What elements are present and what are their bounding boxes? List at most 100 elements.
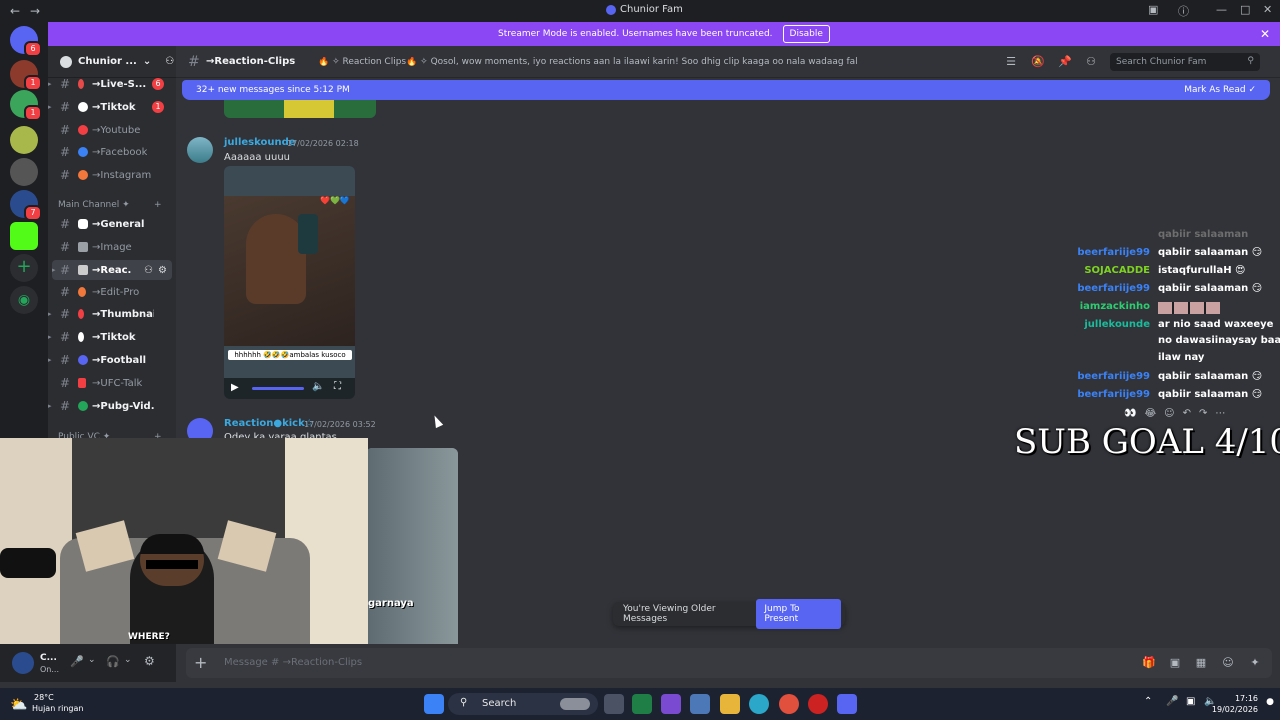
- excel-icon[interactable]: [632, 694, 652, 714]
- channel-item[interactable]: # →Edit-Pro: [48, 282, 176, 302]
- avatar[interactable]: [12, 652, 34, 674]
- channel-item[interactable]: # →UFC-Talk: [48, 373, 176, 393]
- discord-taskbar-icon[interactable]: [837, 694, 857, 714]
- store-icon[interactable]: [690, 694, 710, 714]
- gear-icon[interactable]: ⚙: [158, 265, 167, 276]
- more-icon[interactable]: ⋯: [1215, 408, 1233, 419]
- chevron-down-icon[interactable]: ⌄: [88, 655, 96, 665]
- channel-item[interactable]: ▸ # →Thumbnail: [48, 304, 176, 324]
- obs-icon[interactable]: [808, 694, 828, 714]
- channel-item[interactable]: # →Image: [48, 237, 176, 257]
- minimize-icon[interactable]: —: [1216, 3, 1227, 16]
- chevron-up-icon[interactable]: ⌃: [1144, 696, 1152, 707]
- volume-icon[interactable]: 🔈: [312, 381, 324, 392]
- chrome-icon[interactable]: [779, 694, 799, 714]
- inbox-icon[interactable]: ▣: [1148, 3, 1158, 16]
- message-author[interactable]: julleskounde: [224, 137, 296, 148]
- office-icon[interactable]: [661, 694, 681, 714]
- forward-icon[interactable]: ↷: [1199, 408, 1215, 419]
- network-icon[interactable]: ▣: [1186, 696, 1195, 707]
- gear-icon[interactable]: ⚙: [144, 654, 155, 668]
- server-icon: [606, 4, 616, 15]
- server-avatar[interactable]: [10, 158, 38, 186]
- channel-item[interactable]: # →Youtube: [48, 120, 176, 140]
- message-timestamp: 17/02/2026 02:18: [287, 139, 359, 148]
- channel-item[interactable]: ▸ # →Tiktok 1: [48, 97, 176, 117]
- video-attachment[interactable]: garnaya: [366, 448, 458, 644]
- reaction-icon[interactable]: 👀: [1124, 408, 1144, 419]
- sticker-icon[interactable]: ▦: [1194, 656, 1208, 670]
- close-icon[interactable]: ✕: [1260, 27, 1270, 41]
- add-member-icon[interactable]: ⚇: [165, 56, 174, 67]
- discover-icon[interactable]: ◉: [10, 286, 38, 314]
- taskbar-search-label: Search: [482, 698, 517, 709]
- apps-icon[interactable]: ✦: [1248, 656, 1262, 670]
- previous-media-thumbnail[interactable]: [224, 100, 376, 118]
- server-avatar[interactable]: [10, 126, 38, 154]
- edge-icon[interactable]: [749, 694, 769, 714]
- fullscreen-icon[interactable]: ⛶: [334, 381, 341, 392]
- taskbar-search[interactable]: ⚲ Search: [448, 693, 598, 715]
- back-arrow-icon[interactable]: ←: [10, 4, 20, 18]
- server-avatar[interactable]: 1: [10, 90, 42, 121]
- notification-icon[interactable]: ●: [1266, 697, 1274, 707]
- file-explorer-icon[interactable]: [720, 694, 740, 714]
- channel-item[interactable]: ▸ # →Tiktok: [48, 327, 176, 347]
- channel-item[interactable]: # →Instagram: [48, 165, 176, 185]
- avatar[interactable]: [187, 137, 213, 163]
- sub-goal-overlay: SUB GOAL 4/10: [1014, 422, 1280, 462]
- notification-bell-icon[interactable]: 🔕: [1031, 55, 1045, 69]
- emoji-icon[interactable]: ☺: [1221, 656, 1235, 670]
- channel-item-active[interactable]: ▸ # →Reac... ⚇ ⚙: [52, 260, 172, 280]
- video-attachment[interactable]: ❤️💚💙 hhhhhh 🤣🤣🤣ambalas kusoco ▶ 🔈 ⛶: [224, 166, 355, 399]
- channel-topic[interactable]: 🔥 ✧ Reaction Clips🔥 ✧ Qosol, wow moments…: [318, 57, 858, 67]
- add-reaction-icon[interactable]: ☺: [1164, 408, 1182, 419]
- microphone-icon[interactable]: 🎤: [1166, 696, 1178, 707]
- member-list-icon[interactable]: ⚇: [1084, 55, 1098, 69]
- threads-icon[interactable]: ☰: [1004, 55, 1018, 69]
- pin-icon[interactable]: 📌: [1058, 55, 1072, 69]
- message-hover-toolbar[interactable]: 👀😂☺↶↷⋯: [1124, 408, 1233, 419]
- message-author[interactable]: Reaction●kick☆: [224, 418, 314, 429]
- channel-item[interactable]: # →General: [48, 214, 176, 234]
- server-avatar[interactable]: 7: [10, 190, 42, 221]
- play-icon[interactable]: ▶: [231, 382, 239, 393]
- add-server-icon[interactable]: +: [10, 254, 38, 282]
- channel-item[interactable]: ▸ # →Football: [48, 350, 176, 370]
- task-view-icon[interactable]: [604, 694, 624, 714]
- message-composer[interactable]: + Message # →Reaction-Clips 🎁 ▣ ▦ ☺ ✦: [186, 648, 1272, 678]
- gif-icon[interactable]: ▣: [1168, 656, 1182, 670]
- taskbar-clock[interactable]: 17:16 19/02/2026: [1212, 693, 1258, 715]
- headphones-icon[interactable]: 🎧: [106, 655, 120, 668]
- search-input[interactable]: Search Chunior Fam ⚲: [1110, 53, 1260, 71]
- channel-item[interactable]: ▸ # →Live-S... 6: [48, 74, 176, 94]
- invite-icon[interactable]: ⚇: [144, 265, 153, 276]
- maximize-icon[interactable]: □: [1240, 3, 1250, 16]
- disable-button[interactable]: Disable: [782, 25, 830, 43]
- channel-item[interactable]: ▸ # →Pubg-Vid...: [48, 396, 176, 416]
- server-avatar[interactable]: 1: [10, 60, 42, 91]
- chevron-down-icon[interactable]: ⌄: [124, 655, 132, 665]
- progress-bar[interactable]: [252, 387, 304, 390]
- new-messages-bar[interactable]: 32+ new messages since 5:12 PM Mark As R…: [182, 80, 1270, 100]
- user-status: On...: [40, 665, 59, 674]
- dm-home-icon[interactable]: 6: [10, 26, 42, 57]
- kick-server-icon[interactable]: [10, 222, 38, 250]
- glove-icon: [78, 378, 86, 388]
- close-window-icon[interactable]: ✕: [1263, 3, 1272, 16]
- attach-plus-icon[interactable]: +: [194, 653, 207, 672]
- channel-item[interactable]: # →Facebook: [48, 142, 176, 162]
- mark-as-read-button[interactable]: Mark As Read ✓: [1184, 85, 1256, 95]
- channel-name: →Live-S...: [92, 78, 147, 90]
- category-main-channel[interactable]: Main Channel ✦ +: [58, 200, 162, 210]
- forward-arrow-icon[interactable]: →: [30, 4, 40, 18]
- gift-icon[interactable]: 🎁: [1142, 656, 1156, 670]
- help-icon[interactable]: ⓘ: [1178, 3, 1189, 19]
- jump-to-present-button[interactable]: Jump To Present: [756, 599, 841, 629]
- channel-name: →Facebook: [92, 146, 148, 158]
- start-windows-icon[interactable]: [424, 694, 444, 714]
- add-channel-icon[interactable]: +: [154, 200, 162, 210]
- reply-icon[interactable]: ↶: [1183, 408, 1199, 419]
- emoji-icon[interactable]: 😂: [1144, 408, 1164, 419]
- microphone-icon[interactable]: 🎤: [70, 655, 84, 668]
